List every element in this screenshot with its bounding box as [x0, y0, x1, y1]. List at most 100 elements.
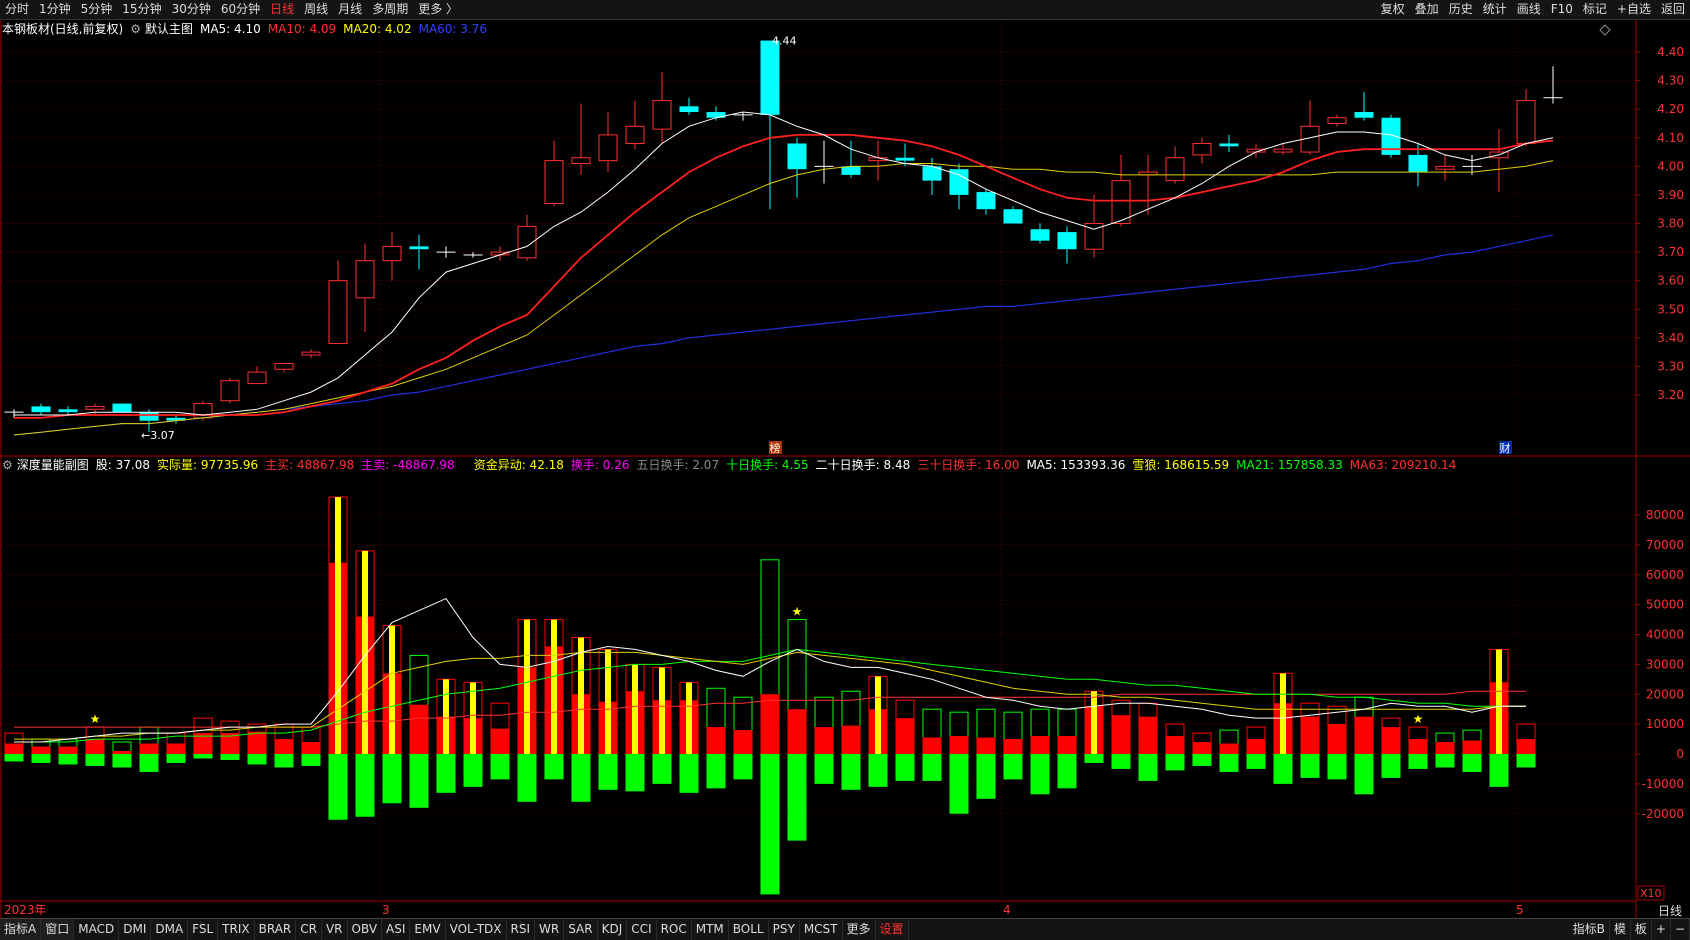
volume-bar	[1003, 711, 1023, 780]
buy-volume-bar	[85, 739, 105, 754]
indicator-tab-4[interactable]: DMA	[151, 919, 189, 940]
volume-bar	[355, 550, 375, 817]
sub-tick-label: 10000	[1646, 717, 1684, 731]
candle	[1003, 206, 1023, 224]
capital-flow-stripe	[578, 637, 584, 754]
candle	[949, 163, 969, 210]
indicator-tab-3[interactable]: DMI	[119, 919, 152, 940]
indicator-tab-5[interactable]: FSL	[188, 919, 219, 940]
volume-bar	[382, 625, 402, 804]
capital-flow-stripe	[524, 619, 530, 754]
candle-body	[544, 160, 564, 204]
indicator-tab-13[interactable]: VOL-TDX	[446, 919, 507, 940]
candle	[868, 140, 888, 181]
buy-volume-bar	[1030, 736, 1050, 754]
candle	[1489, 129, 1509, 193]
candle-body	[355, 260, 375, 299]
indicator-tab-22[interactable]: PSY	[769, 919, 800, 940]
candle	[1354, 92, 1374, 121]
indicator-tab-20[interactable]: MTM	[692, 919, 729, 940]
candle	[1543, 66, 1563, 104]
candle	[409, 234, 429, 270]
indicator-tab-6[interactable]: TRIX	[218, 919, 255, 940]
candle	[625, 100, 645, 150]
template-tab[interactable]: 模	[1610, 919, 1631, 940]
capital-flow-stripe	[1496, 649, 1502, 754]
indicator-tab-21[interactable]: BOLL	[729, 919, 769, 940]
indicator-tab-18[interactable]: CCI	[627, 919, 657, 940]
zoom-out-icon[interactable]: −	[1671, 919, 1690, 940]
indicator-tab-15[interactable]: WR	[535, 919, 565, 940]
volume-bar	[571, 636, 591, 802]
sub-tick-label: 70000	[1646, 538, 1684, 552]
panel-tab[interactable]: 板	[1631, 919, 1652, 940]
volume-unit-label: X10	[1640, 887, 1662, 900]
indicator-tab-10[interactable]: OBV	[348, 919, 383, 940]
candle-body	[1354, 112, 1374, 118]
volume-bar	[1111, 699, 1131, 769]
indicator-tab-11[interactable]: ASI	[382, 919, 411, 940]
volume-bar	[166, 732, 186, 763]
sell-volume-bar	[1516, 754, 1536, 768]
buy-volume-bar	[1111, 715, 1131, 754]
bottom-right-tools: 指标B 模 板 + −	[1569, 919, 1690, 940]
signal-star-icon: ★	[792, 605, 803, 619]
volume-bar	[760, 559, 780, 895]
buy-volume-bar	[166, 743, 186, 754]
main-tick-label: 3.80	[1657, 217, 1684, 231]
indicator-tab-1[interactable]: 窗口	[41, 919, 75, 940]
candle-body	[895, 157, 915, 161]
buy-volume-bar	[58, 746, 78, 754]
sell-volume-bar	[4, 754, 24, 762]
indicator-tab-2[interactable]: MACD	[74, 919, 120, 940]
indicator-tab-9[interactable]: VR	[322, 919, 348, 940]
volume-bars	[4, 496, 1536, 895]
indicator-tab-25[interactable]: 设置	[876, 919, 909, 940]
sell-volume-bar	[247, 754, 267, 765]
candle-body	[1219, 143, 1239, 147]
candle-body	[1516, 100, 1536, 144]
candle	[1165, 146, 1185, 184]
indicator-tab-24[interactable]: 更多	[843, 919, 876, 940]
candle-body	[112, 403, 132, 413]
candle	[1381, 114, 1401, 158]
chart-canvas[interactable]: 4.40 4.30 4.20 4.10 4.00 3.90 3.80 3.70 3.60 3.50…	[0, 0, 1690, 939]
sell-volume-bar	[1084, 754, 1104, 763]
time-axis-label: 5	[1516, 903, 1524, 917]
indicator-tab-14[interactable]: RSI	[507, 919, 536, 940]
volume-bar	[733, 696, 753, 780]
sell-volume-bar	[1300, 754, 1320, 778]
indicator-tab-7[interactable]: BRAR	[255, 919, 297, 940]
finance-marker-badge: 财	[1499, 441, 1512, 455]
volume-bar	[598, 648, 618, 790]
candle	[1300, 100, 1320, 155]
sell-volume-bar	[139, 754, 159, 772]
zoom-in-icon[interactable]: +	[1652, 919, 1671, 940]
indicator-b-tab[interactable]: 指标B	[1569, 919, 1610, 940]
sell-volume-bar	[1408, 754, 1428, 769]
candle-body	[1273, 148, 1293, 153]
candle	[58, 406, 78, 416]
sell-volume-bar	[652, 754, 672, 784]
indicator-tab-12[interactable]: EMV	[410, 919, 446, 940]
sell-volume-bar	[598, 754, 618, 790]
indicator-tab-0[interactable]: 指标A	[0, 919, 42, 940]
sell-volume-bar	[706, 754, 726, 789]
sell-volume-bar	[1354, 754, 1374, 795]
capital-flow-stripe	[686, 682, 692, 754]
buy-volume-bar	[1516, 739, 1536, 754]
volume-bar	[1516, 723, 1536, 768]
buy-volume-bar	[247, 731, 267, 754]
indicator-tab-17[interactable]: KDJ	[598, 919, 628, 940]
sell-volume-bar	[112, 754, 132, 768]
candle-body	[787, 143, 807, 170]
sub-tick-label: 40000	[1646, 628, 1684, 642]
buy-volume-bar	[733, 730, 753, 754]
buy-volume-bar	[841, 725, 861, 754]
sell-volume-bar	[58, 754, 78, 765]
indicator-tab-16[interactable]: SAR	[564, 919, 598, 940]
volume-bar	[949, 711, 969, 814]
indicator-tab-19[interactable]: ROC	[657, 919, 692, 940]
indicator-tab-8[interactable]: CR	[296, 919, 322, 940]
indicator-tab-23[interactable]: MCST	[800, 919, 843, 940]
